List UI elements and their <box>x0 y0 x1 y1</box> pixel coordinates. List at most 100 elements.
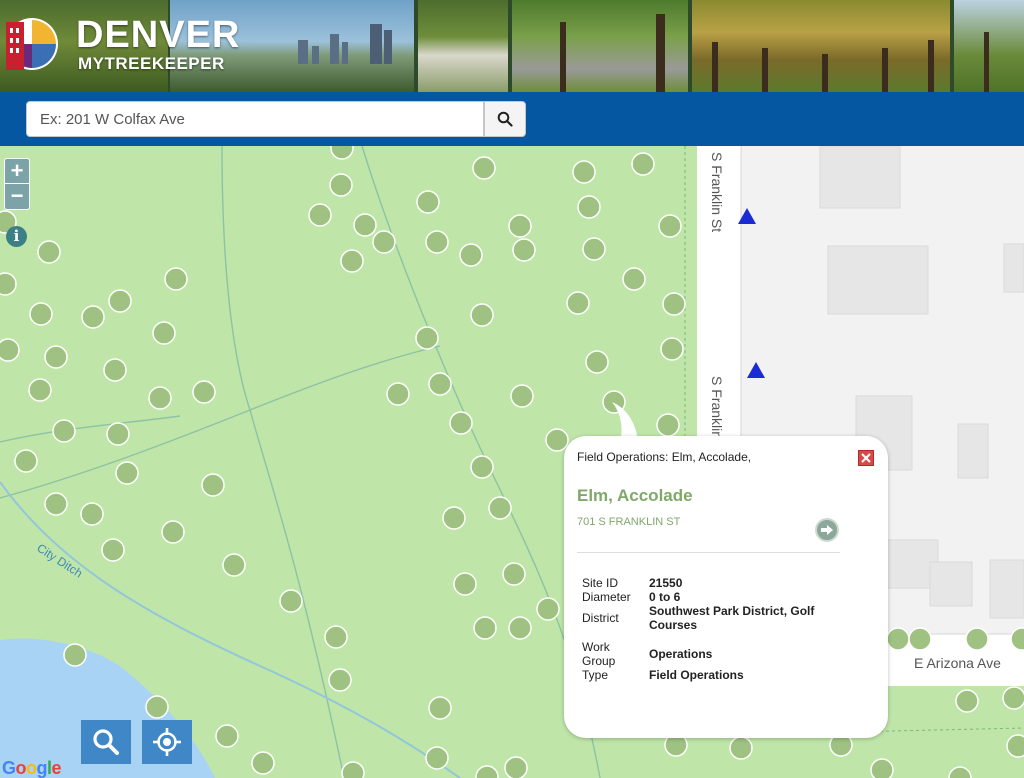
tree-marker[interactable] <box>1006 734 1024 758</box>
tree-marker[interactable] <box>656 413 680 437</box>
tree-marker[interactable] <box>14 449 38 473</box>
tree-marker[interactable] <box>44 492 68 516</box>
map[interactable]: S Franklin St S Franklin St E Arizona Av… <box>0 146 1024 778</box>
popup-details-button[interactable] <box>815 518 839 542</box>
google-attribution-logo: Google <box>2 758 62 778</box>
tree-marker[interactable] <box>955 689 979 713</box>
tree-marker[interactable] <box>545 428 569 452</box>
tree-marker[interactable] <box>353 213 377 237</box>
tree-marker[interactable] <box>453 572 477 596</box>
tree-marker[interactable] <box>442 506 466 530</box>
tree-marker[interactable] <box>106 422 130 446</box>
tree-marker[interactable] <box>504 756 528 778</box>
tree-marker[interactable] <box>0 338 20 362</box>
tree-marker[interactable] <box>473 616 497 640</box>
tree-marker[interactable] <box>965 627 989 651</box>
tree-marker[interactable] <box>415 326 439 350</box>
tree-marker[interactable] <box>251 751 275 775</box>
tree-marker[interactable] <box>622 267 646 291</box>
tree-marker[interactable] <box>508 214 532 238</box>
tree-marker[interactable] <box>428 696 452 720</box>
tree-marker[interactable] <box>108 289 132 313</box>
tree-marker[interactable] <box>572 160 596 184</box>
popup-close-button[interactable] <box>858 450 874 466</box>
tree-marker[interactable] <box>512 238 536 262</box>
tree-marker[interactable] <box>510 384 534 408</box>
tree-marker[interactable] <box>80 502 104 526</box>
street-label-franklin-north: S Franklin St <box>709 152 725 232</box>
attr-label: District <box>582 611 619 625</box>
tree-marker[interactable] <box>585 350 609 374</box>
tree-marker[interactable] <box>566 291 590 315</box>
tree-marker[interactable] <box>29 302 53 326</box>
tree-marker[interactable] <box>145 695 169 719</box>
tree-marker[interactable] <box>161 520 185 544</box>
zoom-out-button[interactable]: − <box>5 184 29 209</box>
tree-marker[interactable] <box>52 419 76 443</box>
tree-marker[interactable] <box>279 589 303 613</box>
tree-marker[interactable] <box>372 230 396 254</box>
tree-marker[interactable] <box>475 765 499 778</box>
tree-marker[interactable] <box>425 746 449 770</box>
attr-row-site-id: Site ID 21550 <box>582 576 822 590</box>
tree-marker[interactable] <box>103 358 127 382</box>
tree-marker[interactable] <box>660 337 684 361</box>
tree-marker[interactable] <box>148 386 172 410</box>
info-button[interactable]: i <box>6 226 27 247</box>
tree-marker[interactable] <box>425 230 449 254</box>
tree-marker[interactable] <box>536 597 560 621</box>
attr-value: Operations <box>649 647 713 661</box>
tree-marker[interactable] <box>81 305 105 329</box>
tree-marker[interactable] <box>44 345 68 369</box>
tree-marker[interactable] <box>508 616 532 640</box>
tree-marker[interactable] <box>428 372 452 396</box>
tree-marker[interactable] <box>472 156 496 180</box>
tree-marker[interactable] <box>152 321 176 345</box>
tree-marker[interactable] <box>502 562 526 586</box>
locate-me-button[interactable] <box>142 720 192 764</box>
tree-marker[interactable] <box>488 496 512 520</box>
tree-marker[interactable] <box>63 643 87 667</box>
zoom-in-button[interactable]: + <box>5 159 29 184</box>
tree-marker[interactable] <box>886 627 910 651</box>
tree-marker[interactable] <box>340 249 364 273</box>
tree-marker[interactable] <box>37 240 61 264</box>
attr-value: Southwest Park District, Golf Courses <box>649 604 815 632</box>
tree-marker[interactable] <box>164 267 188 291</box>
tree-marker[interactable] <box>386 382 410 406</box>
tree-marker[interactable] <box>908 627 932 651</box>
tree-marker[interactable] <box>215 724 239 748</box>
tree-marker[interactable] <box>328 668 352 692</box>
tree-marker[interactable] <box>308 203 332 227</box>
search-button[interactable] <box>484 101 526 137</box>
search-tool-button[interactable] <box>81 720 131 764</box>
address-search-input[interactable] <box>26 101 484 137</box>
tree-marker[interactable] <box>324 625 348 649</box>
tree-marker[interactable] <box>341 761 365 778</box>
tree-marker[interactable] <box>101 538 125 562</box>
tree-marker[interactable] <box>329 173 353 197</box>
tree-marker[interactable] <box>631 152 655 176</box>
tree-marker[interactable] <box>192 380 216 404</box>
attr-value: Field Operations <box>649 668 744 682</box>
tree-marker[interactable] <box>416 190 440 214</box>
tree-marker[interactable] <box>222 553 246 577</box>
tree-marker[interactable] <box>662 292 686 316</box>
tree-marker[interactable] <box>330 146 354 160</box>
tree-marker[interactable] <box>870 758 894 778</box>
tree-marker[interactable] <box>0 272 17 296</box>
tree-marker[interactable] <box>28 378 52 402</box>
tree-marker[interactable] <box>470 455 494 479</box>
tree-marker[interactable] <box>658 214 682 238</box>
tree-marker[interactable] <box>115 461 139 485</box>
tree-marker[interactable] <box>449 411 473 435</box>
tree-marker[interactable] <box>459 243 483 267</box>
tree-marker[interactable] <box>582 237 606 261</box>
popup-address: 701 S FRANKLIN ST <box>577 516 681 528</box>
tree-marker[interactable] <box>201 473 225 497</box>
tree-marker[interactable] <box>577 195 601 219</box>
tree-marker[interactable] <box>470 303 494 327</box>
arrow-right-icon <box>821 525 833 535</box>
tree-marker[interactable] <box>1002 686 1024 710</box>
tree-marker[interactable] <box>729 736 753 760</box>
